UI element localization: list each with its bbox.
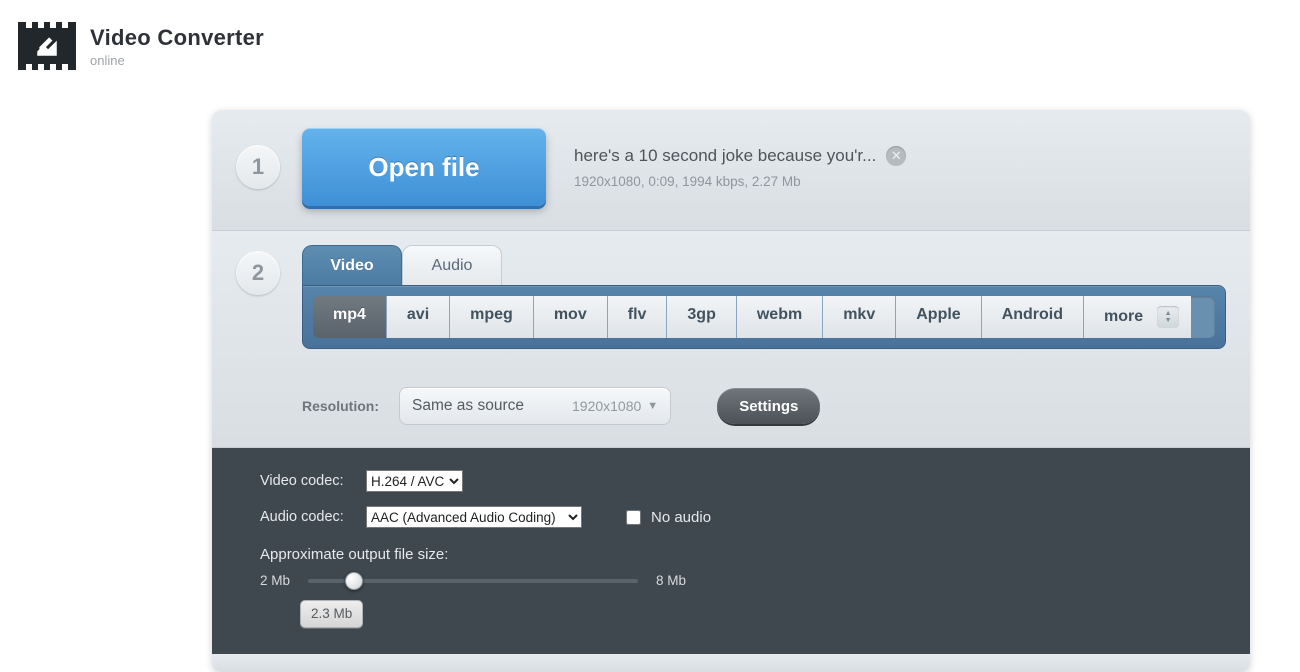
video-codec-label: Video codec:: [260, 473, 352, 489]
remove-file-icon[interactable]: ✕: [886, 146, 906, 166]
slider-thumb[interactable]: [345, 572, 363, 590]
app-logo: [18, 22, 76, 70]
more-stepper-icon[interactable]: ▲▼: [1157, 306, 1179, 328]
advanced-settings: Video codec: H.264 / AVC Audio codec: AA…: [212, 448, 1250, 654]
format-bar: mp4 avi mpeg mov flv 3gp webm mkv Apple …: [302, 285, 1226, 349]
file-info: here's a 10 second joke because you'r...…: [574, 146, 906, 189]
audio-codec-label: Audio codec:: [260, 509, 352, 525]
chevron-down-icon: ▼: [647, 400, 658, 412]
format-more[interactable]: more ▲▼: [1084, 296, 1191, 338]
size-min: 2 Mb: [260, 573, 290, 588]
step2-badge: 2: [236, 251, 280, 295]
approx-size-label: Approximate output file size:: [260, 546, 1202, 563]
audio-codec-select[interactable]: AAC (Advanced Audio Coding): [366, 506, 582, 528]
file-meta: 1920x1080, 0:09, 1994 kbps, 2.27 Mb: [574, 174, 906, 189]
format-mov[interactable]: mov: [534, 296, 608, 338]
format-avi[interactable]: avi: [387, 296, 450, 338]
format-more-label: more: [1104, 308, 1143, 326]
tab-video[interactable]: Video: [302, 245, 402, 285]
tab-audio[interactable]: Audio: [402, 245, 502, 285]
current-size-badge: 2.3 Mb: [300, 600, 363, 628]
bottom-strip: [212, 654, 1250, 672]
size-slider[interactable]: [308, 579, 638, 583]
media-type-tabs: Video Audio: [302, 245, 1226, 285]
no-audio-label: No audio: [651, 509, 711, 526]
format-3gp[interactable]: 3gp: [667, 296, 736, 338]
resolution-select[interactable]: Same as source 1920x1080 ▼: [399, 387, 671, 425]
app-subtitle: online: [90, 53, 264, 68]
format-apple[interactable]: Apple: [896, 296, 981, 338]
no-audio-checkbox[interactable]: [626, 510, 641, 525]
format-webm[interactable]: webm: [737, 296, 823, 338]
app-title: Video Converter: [90, 25, 264, 51]
step1-section: 1 Open file here's a 10 second joke beca…: [212, 110, 1250, 231]
main-panel: 1 Open file here's a 10 second joke beca…: [212, 110, 1250, 672]
resolution-dimensions: 1920x1080: [572, 398, 641, 414]
format-mkv[interactable]: mkv: [823, 296, 896, 338]
open-file-button[interactable]: Open file: [302, 128, 546, 206]
size-max: 8 Mb: [656, 573, 686, 588]
step1-badge: 1: [236, 145, 280, 189]
format-android[interactable]: Android: [982, 296, 1084, 338]
resolution-label: Resolution:: [302, 398, 379, 414]
step2-section: 2 Video Audio mp4 avi mpeg mov flv 3gp w…: [212, 231, 1250, 448]
format-flv[interactable]: flv: [608, 296, 668, 338]
format-mpeg[interactable]: mpeg: [450, 296, 534, 338]
video-codec-select[interactable]: H.264 / AVC: [366, 470, 463, 492]
format-mp4[interactable]: mp4: [313, 296, 387, 338]
settings-button[interactable]: Settings: [717, 388, 820, 424]
file-name: here's a 10 second joke because you'r...: [574, 146, 876, 166]
resolution-value: Same as source: [412, 397, 524, 415]
